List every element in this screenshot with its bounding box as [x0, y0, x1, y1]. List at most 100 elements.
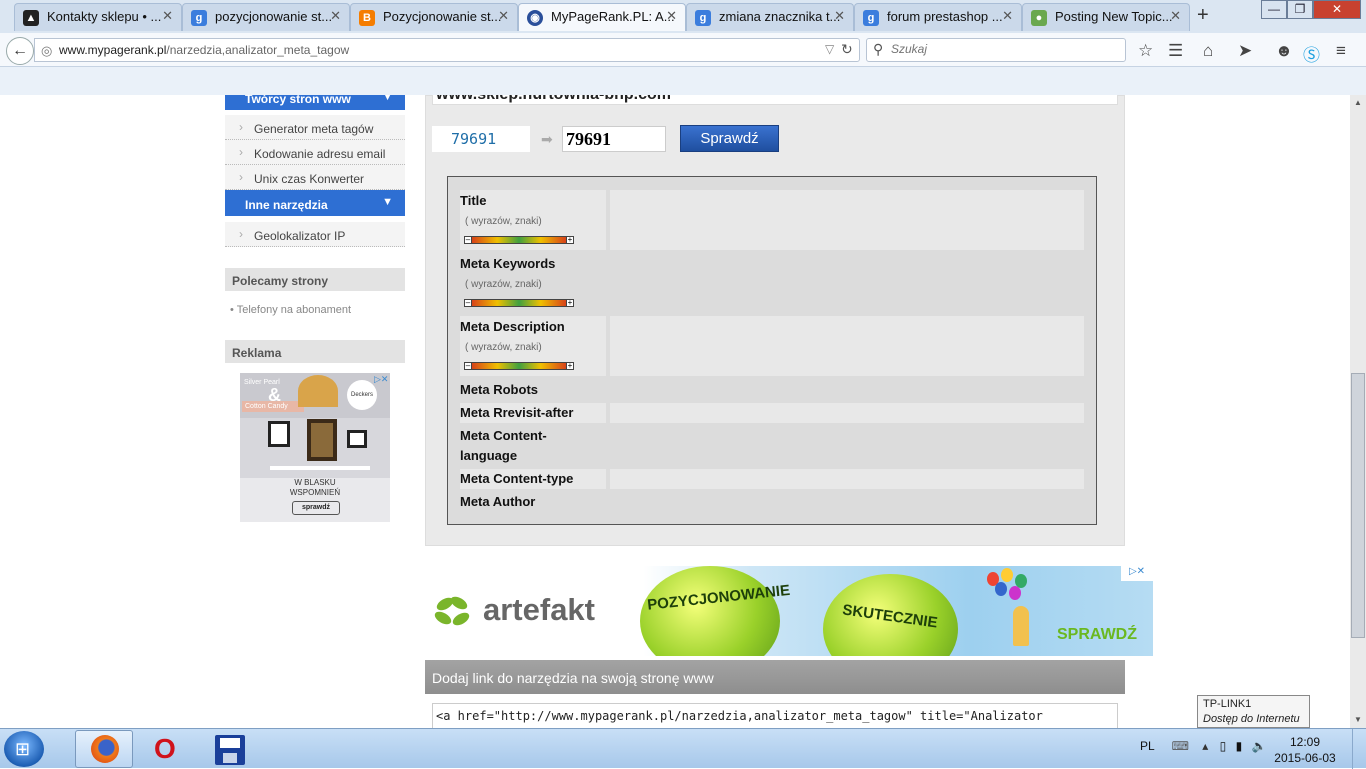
tab-label: MyPageRank.PL: A... [551, 9, 675, 24]
address-bar[interactable]: ◎ www.mypagerank.pl/narzedzia,analizator… [34, 38, 860, 62]
tab-label: zmiana znacznika t... [719, 9, 841, 24]
embed-code-textarea[interactable]: <a href="http://www.mypagerank.pl/narzed… [432, 703, 1118, 728]
tab-label: Posting New Topic... [1055, 9, 1173, 24]
reading-list-icon[interactable]: ☰ [1168, 41, 1183, 61]
new-tab-button[interactable]: + [1197, 4, 1209, 27]
gauge-description: – + [464, 362, 574, 370]
tab-zmiana-znacznika[interactable]: g zmiana znacznika t... ✕ [686, 3, 854, 31]
ad-lamp-icon [298, 375, 338, 407]
taskbar-save-app[interactable] [199, 730, 257, 768]
menu-item-unix[interactable]: Unix czas Konwerter [225, 165, 405, 190]
value-cell-description [610, 316, 1084, 376]
search-bar[interactable]: ⚲ [866, 38, 1126, 62]
scrollbar-thumb[interactable] [1351, 373, 1365, 638]
maximize-button[interactable]: ❐ [1287, 0, 1313, 19]
chat-icon[interactable]: ☻ [1275, 41, 1293, 61]
toolbar-strip [0, 67, 1366, 95]
system-tray: PL ⌨ ▴ ▯ ▮ 🔈 [1140, 739, 1266, 753]
adchoices-icon[interactable]: ▷✕ [1121, 566, 1153, 581]
person-figure [1013, 606, 1029, 646]
gauge-minus-icon: – [464, 235, 472, 244]
banner-advertisement[interactable]: artefakt POZYCJONOWANIE SKUTECZNIE SPRAW… [425, 566, 1153, 656]
captcha-input[interactable]: 79691 [562, 126, 666, 152]
url-dropdown-icon[interactable]: ▽ [825, 42, 834, 56]
close-tab-icon[interactable]: ✕ [1002, 8, 1013, 24]
url-domain: www.mypagerank.pl [59, 43, 167, 57]
tab-label: Kontakty sklepu • ... [47, 9, 162, 24]
gauge-minus-icon: – [464, 298, 472, 307]
menu-heading-tworcy[interactable]: Twórcy stron www ▼ [225, 95, 405, 110]
menu-item-generator[interactable]: Generator meta tagów [225, 115, 405, 140]
close-tab-icon[interactable]: ✕ [666, 8, 677, 24]
sklep-favicon-icon: ▲ [23, 10, 39, 26]
tooltip-status: Dostęp do Internetu [1203, 713, 1300, 725]
page-content: Twórcy stron www ▼ Generator meta tagów … [0, 95, 1350, 728]
menu-heading-label: Inne narzędzia [245, 198, 328, 212]
check-button[interactable]: Sprawdź [680, 125, 779, 152]
taskbar-firefox[interactable] [75, 730, 133, 768]
volume-icon[interactable]: 🔈 [1252, 739, 1267, 753]
link-label: Telefony na abonament [236, 304, 352, 316]
minimize-button[interactable]: — [1261, 0, 1287, 19]
tab-label: pozycjonowanie st... [215, 9, 333, 24]
network-icon[interactable]: ▮ [1236, 739, 1243, 753]
send-icon[interactable]: ➤ [1238, 41, 1252, 61]
close-tab-icon[interactable]: ✕ [330, 8, 341, 24]
recommended-link[interactable]: • Telefony na abonament [230, 304, 351, 316]
side-advertisement[interactable]: Silver Pearl & Cotton Candy Deckers ▷✕ W… [240, 373, 390, 522]
tab-forum-prestashop[interactable]: g forum prestashop ... ✕ [854, 3, 1022, 31]
menu-item-geolokalizator[interactable]: Geolokalizator IP [225, 222, 405, 247]
label-meta-robots: Meta Robots [460, 382, 538, 397]
label-meta-keywords: Meta Keywords [460, 256, 556, 271]
tab-pozycjonowanie-blogger[interactable]: B Pozycjonowanie st... ✕ [350, 3, 518, 31]
scroll-up-icon[interactable]: ▲ [1350, 95, 1366, 111]
close-tab-icon[interactable]: ✕ [1170, 8, 1181, 24]
tab-pozycjonowanie-google[interactable]: g pozycjonowanie st... ✕ [182, 3, 350, 31]
ad-check-button[interactable]: sprawdź [292, 501, 340, 515]
skype-icon[interactable]: Ⓢ [1303, 41, 1320, 66]
domain-input[interactable]: www.sklep.hurtownia-bhp.com [432, 95, 1118, 105]
tab-mypagerank[interactable]: ◉ MyPageRank.PL: A... ✕ [518, 3, 686, 31]
count-description: ( wyrazów, znaki) [465, 342, 542, 353]
language-indicator[interactable]: PL [1140, 739, 1154, 753]
label-meta-content-language: Meta Content-language [460, 428, 547, 463]
google-icon: g [863, 10, 879, 26]
close-tab-icon[interactable]: ✕ [162, 8, 173, 24]
search-input[interactable] [891, 42, 1111, 56]
bookmark-star-icon[interactable]: ☆ [1138, 41, 1153, 61]
ad-line2: WSPOMNIEŃ [289, 488, 341, 497]
url-path: /narzedzia,analizator_meta_tagow [166, 43, 350, 57]
url-text[interactable]: www.mypagerank.pl/narzedzia,analizator_m… [59, 43, 349, 57]
vertical-scrollbar[interactable]: ▲ ▼ [1350, 95, 1366, 728]
tab-bar: ▲ Kontakty sklepu • ... ✕ g pozycjonowan… [0, 0, 1366, 33]
menu-item-label: Geolokalizator IP [254, 229, 346, 243]
tab-kontakty-sklepu[interactable]: ▲ Kontakty sklepu • ... ✕ [14, 3, 182, 31]
reload-icon[interactable]: ↻ [841, 41, 853, 58]
site-identity-icon[interactable]: ◎ [41, 43, 52, 59]
keyboard-icon[interactable]: ⌨ [1172, 739, 1189, 753]
show-hidden-icons-icon[interactable]: ▴ [1202, 739, 1208, 753]
menu-heading-inne[interactable]: Inne narzędzia ▼ [225, 190, 405, 216]
device-icon[interactable]: ▯ [1220, 739, 1227, 753]
home-icon[interactable]: ⌂ [1203, 41, 1213, 61]
adchoices-icon[interactable]: ▷✕ [374, 374, 388, 385]
close-tab-icon[interactable]: ✕ [834, 8, 845, 24]
heading-label: Reklama [232, 346, 282, 360]
ad-frame-icon [347, 430, 367, 448]
clock[interactable]: 12:09 2015-06-03 [1270, 734, 1340, 766]
ad-mirror-icon [307, 419, 337, 461]
recommended-heading: Polecamy strony [225, 268, 405, 291]
close-window-button[interactable]: ✕ [1313, 0, 1361, 19]
scroll-down-icon[interactable]: ▼ [1350, 712, 1366, 728]
show-desktop-button[interactable] [1352, 729, 1366, 769]
menu-item-label: Unix czas Konwerter [254, 172, 365, 186]
menu-icon[interactable]: ≡ [1336, 41, 1346, 61]
back-button[interactable]: ← [6, 37, 34, 65]
tab-posting-new-topic[interactable]: ● Posting New Topic... ✕ [1022, 3, 1190, 31]
taskbar-opera[interactable]: O [137, 730, 195, 768]
close-tab-icon[interactable]: ✕ [498, 8, 509, 24]
ad-line1: W BLASKU [294, 478, 336, 487]
results-table: Title ( wyrazów, znaki) – + Meta Keywords… [447, 176, 1097, 525]
menu-item-kodowanie[interactable]: Kodowanie adresu email [225, 140, 405, 165]
start-button[interactable]: ⊞ [4, 731, 44, 767]
